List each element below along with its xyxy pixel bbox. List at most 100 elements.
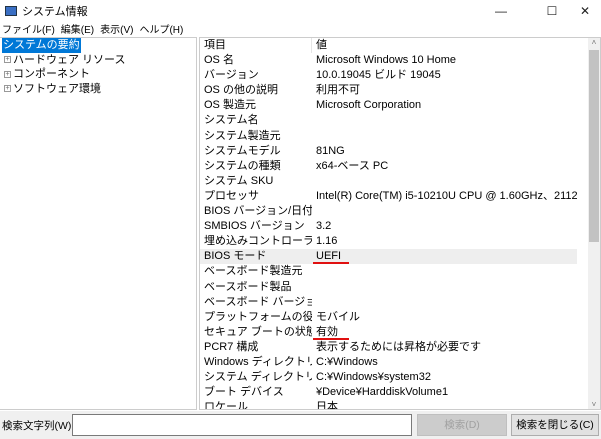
item-cell: ベースボード バージョン (204, 295, 312, 308)
value-cell: 日本 (312, 400, 577, 410)
table-row[interactable]: ロケール 日本 (200, 400, 577, 410)
table-row[interactable]: PCR7 構成 表示するためには昇格が必要です (200, 340, 577, 355)
item-cell: OS の他の説明 (204, 84, 278, 97)
table-row[interactable]: システム SKU (200, 174, 577, 189)
minimize-button[interactable]: — (481, 0, 521, 21)
value-text: 表示するためには昇格が必要です (316, 340, 481, 353)
table-row[interactable]: プラットフォームの役割モバイル (200, 310, 577, 325)
tree-item[interactable]: + コンポーネント (0, 67, 196, 82)
table-row[interactable]: セキュア ブートの状態 有効 (200, 325, 577, 340)
close-button[interactable]: ✕ (565, 0, 601, 21)
expand-icon[interactable]: + (4, 70, 11, 78)
expand-icon[interactable]: + (4, 56, 11, 64)
item-cell: 埋め込みコントローラーのバ... (204, 235, 312, 248)
table-row[interactable]: システム製造元 (200, 129, 577, 144)
tree-item[interactable]: + ハードウェア リソース (0, 53, 196, 68)
menu-file[interactable]: ファイル(F) (2, 21, 55, 36)
item-cell: SMBIOS バージョン (204, 220, 305, 233)
menu-bar: ファイル(F) 編集(E) 表示(V) ヘルプ(H) (0, 21, 187, 36)
menu-help[interactable]: ヘルプ(H) (139, 21, 183, 36)
table-row[interactable]: プロセッサ Intel(R) Core(TM) i5-10210U CPU @ 1… (200, 189, 577, 204)
expand-icon[interactable]: + (4, 85, 11, 93)
value-cell (312, 113, 577, 128)
table-row[interactable]: システム名 (200, 113, 577, 128)
table-row[interactable]: ベースボード バージョン (200, 295, 577, 310)
value-cell (312, 264, 577, 279)
item-cell: システム名 (204, 114, 259, 127)
tree-item[interactable]: + ソフトウェア環境 (0, 82, 196, 97)
menu-edit[interactable]: 編集(E) (61, 21, 94, 36)
value-text: 利用不可 (316, 84, 360, 97)
table-row[interactable]: システムの種類 x64-ベース PC (200, 159, 577, 174)
table-row[interactable]: OS の他の説明 利用不可 (200, 83, 577, 98)
table-row[interactable]: OS 名 Microsoft Windows 10 Home (200, 53, 577, 68)
scrollbar-thumb[interactable] (589, 50, 599, 242)
tree-item[interactable]: システムの要約 (0, 38, 196, 53)
item-cell: ロケール (204, 401, 248, 410)
item-cell: システム製造元 (204, 129, 281, 142)
item-cell: ベースボード製造元 (204, 265, 303, 278)
table-row[interactable]: BIOS モード UEFI (200, 249, 577, 265)
table-row[interactable]: BIOS バージョン/日付 (200, 204, 577, 219)
value-text: Intel(R) Core(TM) i5-10210U CPU @ 1.60GH… (316, 189, 577, 202)
category-tree: システムの要約 + ハードウェア リソース + コンポーネント + ソフトウェア環境 (0, 37, 197, 410)
value-cell: 値 (312, 38, 577, 53)
value-cell: C:¥Windows¥system32 (312, 370, 577, 385)
table-row[interactable]: SMBIOS バージョン 3.2 (200, 219, 577, 234)
value-text: 3.2 (316, 220, 332, 233)
value-text: 1.16 (316, 235, 338, 248)
value-cell (312, 174, 577, 189)
menu-view[interactable]: 表示(V) (100, 21, 133, 36)
table-row[interactable]: 埋め込みコントローラーのバ... 1.16 (200, 234, 577, 249)
system-info-icon (5, 5, 17, 16)
scroll-up-icon[interactable]: ˄ (588, 38, 600, 47)
table-row[interactable]: システム ディレクトリ C:¥Windows¥system32 (200, 370, 577, 385)
value-cell: 10.0.19045 ビルド 19045 (312, 68, 577, 83)
table-row[interactable]: ベースボード製品 (200, 280, 577, 295)
scroll-down-icon[interactable]: ˅ (588, 400, 600, 409)
item-cell: ブート デバイス (204, 386, 284, 399)
title-bar: システム情報 — ☐ ✕ (0, 0, 601, 21)
item-cell: バージョン (204, 69, 259, 82)
value-text: 10.0.19045 ビルド 19045 (316, 69, 441, 82)
find-button[interactable]: 検索(D) (417, 414, 507, 436)
value-cell: Intel(R) Core(TM) i5-10210U CPU @ 1.60GH… (312, 189, 577, 204)
vertical-scrollbar[interactable]: ˄ ˅ (588, 38, 600, 409)
value-text: 81NG (316, 144, 345, 157)
item-cell: BIOS バージョン/日付 (204, 205, 312, 218)
table-row[interactable]: Windows ディレクトリ C:¥Windows (200, 355, 577, 370)
table-row[interactable]: ブート デバイス ¥Device¥HarddiskVolume1 (200, 385, 577, 400)
tree-item-label: コンポーネント (13, 68, 90, 80)
search-bar: 検索文字列(W): 検索(D) 検索を閉じる(C) (0, 411, 601, 439)
value-text: Microsoft Windows 10 Home (316, 54, 456, 67)
table-row[interactable]: OS 製造元 Microsoft Corporation (200, 98, 577, 113)
window-title: システム情報 (22, 5, 88, 18)
value-cell: ¥Device¥HarddiskVolume1 (312, 385, 577, 400)
table-row[interactable]: ベースボード製造元 (200, 264, 577, 279)
item-cell: プロセッサ (204, 189, 259, 202)
value-text: ¥Device¥HarddiskVolume1 (316, 386, 449, 399)
table-header[interactable]: 項目値 (200, 38, 577, 54)
tree-item-label: システムの要約 (2, 38, 81, 53)
table-row[interactable]: システムモデル 81NG (200, 144, 577, 159)
value-cell: 81NG (312, 144, 577, 159)
tree-item-label: ソフトウェア環境 (13, 82, 101, 95)
value-cell: 利用不可 (312, 83, 577, 98)
item-cell: 項目 (200, 38, 312, 54)
close-search-button[interactable]: 検索を閉じる(C) (511, 414, 599, 436)
value-cell: 有効 (312, 325, 577, 340)
item-cell: OS 製造元 (204, 99, 256, 112)
item-cell: システム ディレクトリ (204, 371, 312, 384)
value-cell: 3.2 (312, 219, 577, 234)
item-cell: セキュア ブートの状態 (204, 325, 312, 338)
details-list: 項目値 OS 名 Microsoft Windows 10 Home バージョン 10.… (199, 37, 601, 410)
item-cell: BIOS モード (204, 250, 267, 263)
search-input[interactable] (72, 414, 412, 436)
value-text: 日本 (316, 401, 338, 410)
item-cell: システムの種類 (204, 159, 281, 172)
table-row[interactable]: バージョン 10.0.19045 ビルド 19045 (200, 68, 577, 83)
value-cell: モバイル (312, 310, 577, 325)
value-text: C:¥Windows (316, 355, 378, 368)
value-cell (312, 295, 577, 310)
value-text: 値 (316, 39, 327, 51)
